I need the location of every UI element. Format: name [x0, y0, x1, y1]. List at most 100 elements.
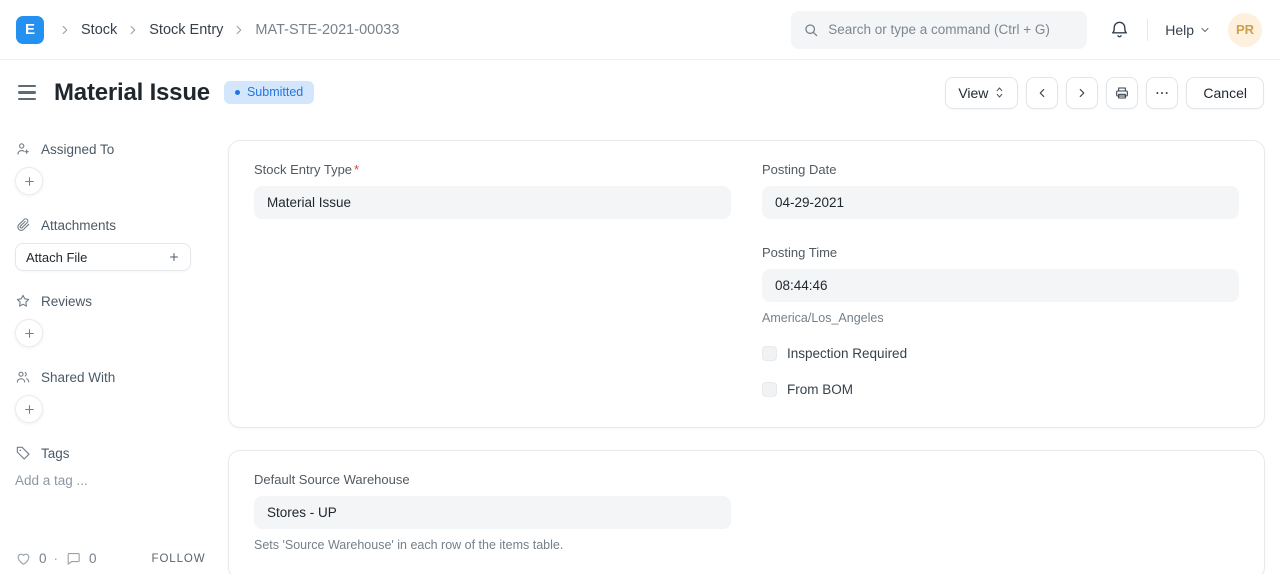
app-logo-letter: E — [25, 21, 35, 38]
stock-entry-type-input[interactable] — [254, 186, 731, 219]
dot-separator: · — [54, 551, 59, 566]
form-column-right — [762, 472, 1239, 552]
reviews-label: Reviews — [41, 294, 92, 309]
cancel-button[interactable]: Cancel — [1186, 77, 1264, 109]
attachments-section: Attachments — [15, 217, 208, 233]
view-button[interactable]: View — [945, 77, 1018, 109]
page-head: Material Issue Submitted View — [0, 60, 1280, 125]
attach-file-label: Attach File — [26, 250, 87, 265]
follow-button[interactable]: FOLLOW — [152, 553, 206, 565]
breadcrumb-stock[interactable]: Stock — [81, 22, 117, 38]
tag-icon — [15, 445, 31, 461]
page-title: Material Issue — [54, 79, 210, 107]
divider — [1147, 19, 1148, 41]
posting-date-label: Posting Date — [762, 162, 1239, 177]
status-badge-label: Submitted — [247, 85, 303, 99]
breadcrumb: Stock Stock Entry MAT-STE-2021-00033 — [58, 22, 399, 38]
star-icon — [15, 293, 31, 309]
add-assignment-button[interactable] — [15, 167, 43, 195]
help-menu[interactable]: Help — [1165, 22, 1211, 38]
like-count[interactable]: 0 — [39, 551, 47, 566]
share-button[interactable] — [15, 395, 43, 423]
attachments-label: Attachments — [41, 218, 116, 233]
user-plus-icon — [15, 141, 31, 157]
posting-date-field: Posting Date — [762, 162, 1239, 219]
shared-with-section: Shared With — [15, 369, 208, 385]
app-logo[interactable]: E — [16, 16, 44, 44]
next-document-button[interactable] — [1066, 77, 1098, 109]
form-section-details: Stock Entry Type* Posting Date Posting T… — [228, 140, 1265, 428]
inspection-required-label: Inspection Required — [787, 346, 907, 361]
required-asterisk: * — [354, 162, 359, 177]
comment-icon[interactable] — [65, 550, 82, 567]
tags-label: Tags — [41, 446, 70, 461]
from-bom-label: From BOM — [787, 382, 853, 397]
chevron-down-icon — [1199, 24, 1211, 36]
default-source-warehouse-field: Default Source Warehouse Sets 'Source Wa… — [254, 472, 731, 552]
chevron-right-icon — [58, 23, 72, 37]
posting-time-label: Posting Time — [762, 245, 1239, 260]
navbar: E Stock Stock Entry MAT-STE-2021-00033 H… — [0, 0, 1280, 60]
cancel-button-label: Cancel — [1203, 85, 1247, 101]
avatar-initials: PR — [1236, 22, 1254, 37]
user-avatar[interactable]: PR — [1228, 13, 1262, 47]
plus-icon — [168, 251, 180, 263]
default-source-warehouse-input[interactable] — [254, 496, 731, 529]
ellipsis-icon — [1154, 85, 1170, 101]
posting-date-input[interactable] — [762, 186, 1239, 219]
search-input[interactable] — [828, 22, 1075, 37]
sidebar-toggle-icon[interactable] — [16, 81, 38, 104]
page-actions: View Cancel — [945, 77, 1264, 109]
assigned-to-label: Assigned To — [41, 142, 114, 157]
checkbox-icon — [762, 382, 777, 397]
form-section-warehouse: Default Source Warehouse Sets 'Source Wa… — [228, 450, 1265, 574]
print-button[interactable] — [1106, 77, 1138, 109]
breadcrumb-current-doc: MAT-STE-2021-00033 — [255, 22, 399, 38]
from-bom-checkbox[interactable]: From BOM — [762, 382, 1239, 397]
help-label: Help — [1165, 22, 1194, 38]
navbar-right: Help PR — [1109, 13, 1262, 47]
form-body: Stock Entry Type* Posting Date Posting T… — [228, 125, 1280, 574]
chevron-right-icon — [126, 23, 140, 37]
menu-ellipsis-button[interactable] — [1146, 77, 1178, 109]
stock-entry-type-label: Stock Entry Type — [254, 162, 352, 177]
printer-icon — [1114, 85, 1130, 101]
stock-entry-type-field: Stock Entry Type* — [254, 162, 731, 219]
form-column-left: Default Source Warehouse Sets 'Source Wa… — [254, 472, 731, 552]
reviews-section: Reviews — [15, 293, 208, 309]
posting-time-field: Posting Time America/Los_Angeles — [762, 245, 1239, 325]
view-button-label: View — [958, 85, 988, 101]
chevron-left-icon — [1035, 86, 1049, 100]
chevron-right-icon — [232, 23, 246, 37]
previous-document-button[interactable] — [1026, 77, 1058, 109]
warehouse-help-text: Sets 'Source Warehouse' in each row of t… — [254, 538, 731, 552]
form-column-left: Stock Entry Type* — [254, 162, 731, 397]
users-icon — [15, 369, 31, 385]
inspection-required-checkbox[interactable]: Inspection Required — [762, 346, 1239, 361]
form-sidebar: Assigned To Attachments Attach File Revi… — [0, 125, 228, 574]
add-review-button[interactable] — [15, 319, 43, 347]
assigned-to-section: Assigned To — [15, 141, 208, 157]
shared-with-label: Shared With — [41, 370, 115, 385]
content: Assigned To Attachments Attach File Revi… — [0, 125, 1280, 574]
timezone-help-text: America/Los_Angeles — [762, 311, 1239, 325]
attach-file-button[interactable]: Attach File — [15, 243, 191, 271]
tags-section: Tags — [15, 445, 208, 461]
add-tag-input[interactable]: Add a tag ... — [15, 473, 208, 488]
status-dot-icon — [235, 90, 240, 95]
breadcrumb-stock-entry[interactable]: Stock Entry — [149, 22, 223, 38]
chevron-right-icon — [1075, 86, 1089, 100]
checkbox-icon — [762, 346, 777, 361]
comment-count[interactable]: 0 — [89, 551, 97, 566]
notifications-bell-icon[interactable] — [1109, 19, 1130, 40]
posting-time-input[interactable] — [762, 269, 1239, 302]
global-search[interactable] — [791, 11, 1087, 49]
form-column-right: Posting Date Posting Time America/Los_An… — [762, 162, 1239, 397]
search-icon — [803, 22, 819, 38]
heart-icon[interactable] — [15, 550, 32, 567]
select-arrows-icon — [994, 86, 1005, 99]
paperclip-icon — [15, 217, 31, 233]
sidebar-footer: 0 · 0 FOLLOW — [15, 550, 208, 567]
status-badge: Submitted — [224, 81, 314, 104]
default-source-warehouse-label: Default Source Warehouse — [254, 472, 731, 487]
